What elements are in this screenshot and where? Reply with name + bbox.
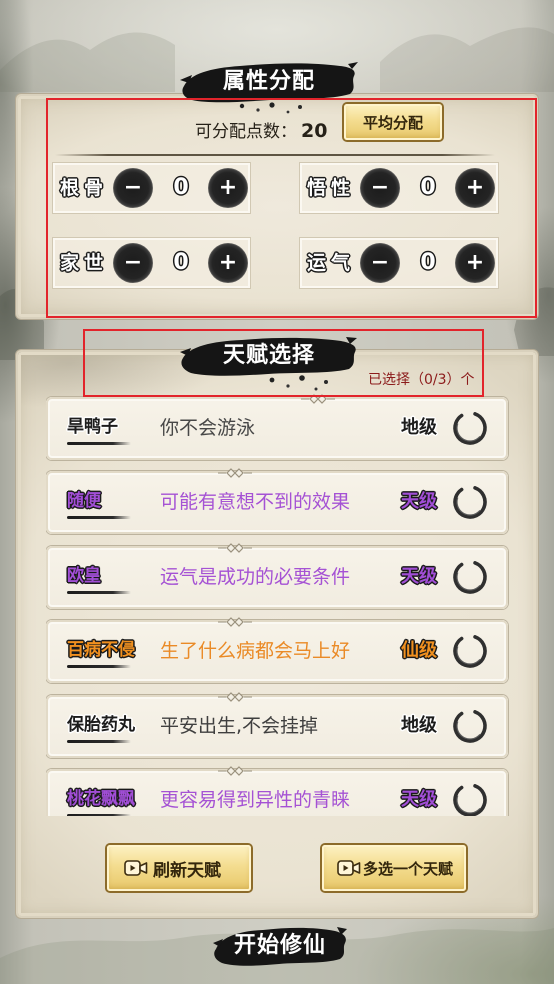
start-cultivation-button[interactable]: 开始修仙 bbox=[213, 924, 347, 968]
extra-talent-choice-label: 多选一个天赋 bbox=[363, 859, 454, 878]
name-underline bbox=[67, 516, 131, 519]
talent-panel: 已选择（0/3）个 旱鸭子 你不会游泳 地级 随便 可能有意想不到的效果 天级 bbox=[18, 352, 536, 916]
refresh-talents-button[interactable]: 刷新天赋 bbox=[107, 845, 251, 891]
extra-talent-choice-button[interactable]: 多选一个天赋 bbox=[322, 845, 466, 891]
talent-card[interactable]: 桃花飘飘 更容易得到异性的青睐 天级 bbox=[46, 766, 508, 816]
talent-description: 更容易得到异性的青睐 bbox=[160, 789, 351, 811]
refresh-talents-label: 刷新天赋 bbox=[153, 860, 221, 881]
talent-card[interactable]: 随便 可能有意想不到的效果 天级 bbox=[46, 468, 508, 534]
name-underline bbox=[67, 442, 131, 445]
talent-card[interactable]: 旱鸭子 你不会游泳 地级 bbox=[46, 394, 508, 460]
name-underline bbox=[67, 814, 131, 816]
select-ring-icon[interactable] bbox=[451, 781, 489, 816]
talent-name: 旱鸭子 bbox=[67, 417, 118, 437]
select-ring-icon[interactable] bbox=[451, 483, 489, 521]
talent-grade: 仙级 bbox=[401, 640, 437, 661]
talent-grade: 地级 bbox=[401, 417, 437, 438]
start-cultivation-label: 开始修仙 bbox=[233, 933, 326, 958]
talent-description: 平安出生,不会挂掉 bbox=[160, 715, 319, 737]
talent-description: 可能有意想不到的效果 bbox=[160, 491, 351, 513]
diamond-ornament-icon bbox=[218, 766, 252, 776]
talent-list[interactable]: 旱鸭子 你不会游泳 地级 随便 可能有意想不到的效果 天级 欧皇 运气是成功的必… bbox=[46, 393, 509, 816]
highlight-box-talent-header bbox=[83, 329, 484, 397]
talent-name: 随便 bbox=[67, 491, 101, 511]
talent-grade: 天级 bbox=[401, 789, 437, 810]
diamond-ornament-icon bbox=[218, 617, 252, 627]
game-screen: 可分配点数： 20 平均分配 根骨 − 0 + 悟性 − 0 + 家世 − 0 +… bbox=[0, 0, 554, 984]
select-ring-icon[interactable] bbox=[451, 409, 489, 447]
talent-name: 保胎药丸 bbox=[67, 715, 135, 735]
highlight-box-attributes bbox=[46, 98, 537, 318]
diamond-ornament-icon bbox=[218, 692, 252, 702]
video-icon bbox=[337, 860, 361, 876]
talent-grade: 天级 bbox=[401, 491, 437, 512]
talent-name: 百病不侵 bbox=[67, 640, 135, 660]
talent-name: 桃花飘飘 bbox=[67, 789, 135, 809]
select-ring-icon[interactable] bbox=[451, 707, 489, 745]
name-underline bbox=[67, 740, 131, 743]
name-underline bbox=[67, 665, 131, 668]
select-ring-icon[interactable] bbox=[451, 558, 489, 596]
talent-description: 你不会游泳 bbox=[160, 417, 256, 439]
talent-description: 生了什么病都会马上好 bbox=[160, 640, 351, 662]
talent-grade: 地级 bbox=[401, 715, 437, 736]
name-underline bbox=[67, 591, 131, 594]
talent-name: 欧皇 bbox=[67, 566, 101, 586]
video-icon bbox=[124, 860, 148, 876]
talent-description: 运气是成功的必要条件 bbox=[160, 566, 351, 588]
talent-card[interactable]: 欧皇 运气是成功的必要条件 天级 bbox=[46, 543, 508, 609]
diamond-ornament-icon bbox=[218, 468, 252, 478]
select-ring-icon[interactable] bbox=[451, 632, 489, 670]
talent-grade: 天级 bbox=[401, 566, 437, 587]
diamond-ornament-icon bbox=[218, 543, 252, 553]
talent-card[interactable]: 百病不侵 生了什么病都会马上好 仙级 bbox=[46, 617, 508, 683]
talent-card[interactable]: 保胎药丸 平安出生,不会挂掉 地级 bbox=[46, 692, 508, 758]
